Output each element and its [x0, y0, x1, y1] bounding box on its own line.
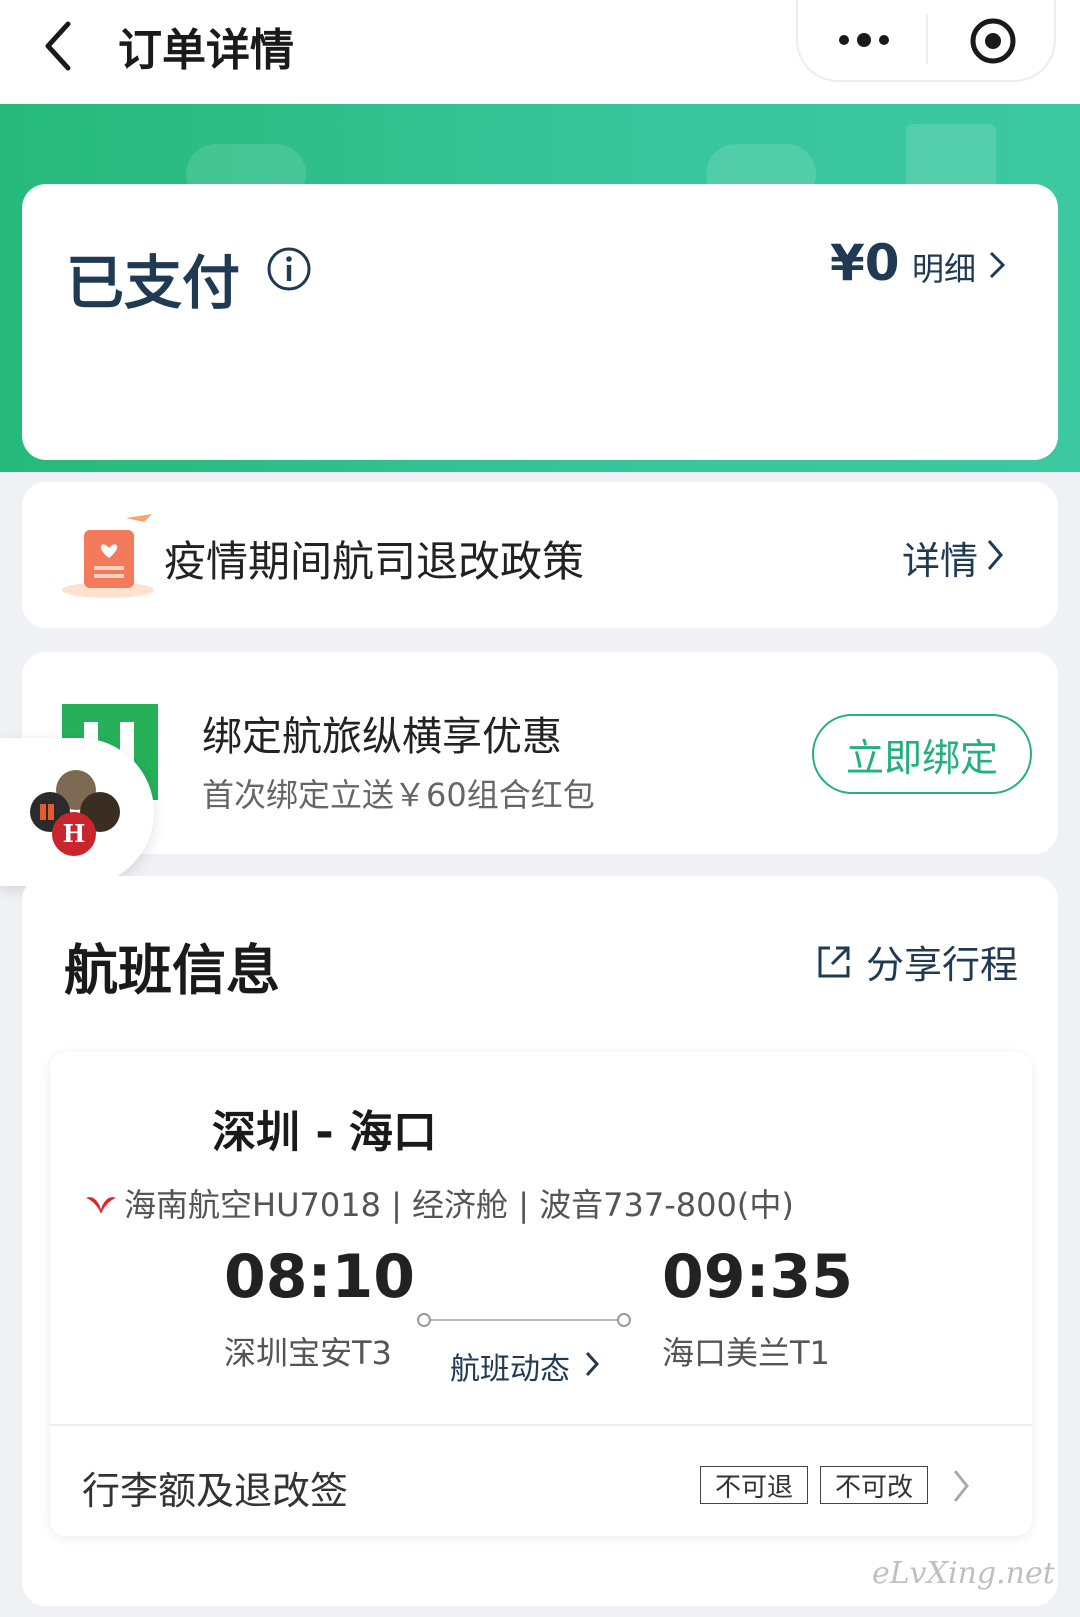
- svg-text:H: H: [63, 819, 86, 848]
- flight-status-link[interactable]: 航班动态: [450, 1344, 570, 1388]
- info-icon[interactable]: [266, 246, 312, 292]
- flight-route: 深圳 - 海口: [212, 1107, 437, 1158]
- price-detail-label: 明细: [912, 250, 977, 288]
- policy-document-icon: [62, 514, 154, 598]
- departure-terminal: 深圳宝安T3: [224, 1334, 392, 1372]
- chevron-right-icon[interactable]: [986, 538, 1004, 572]
- policy-text: 疫情期间航司退改政策: [164, 537, 585, 586]
- back-arrow-icon[interactable]: [40, 18, 80, 74]
- baggage-refund-label[interactable]: 行李额及退改签: [82, 1460, 348, 1515]
- chevron-right-icon[interactable]: [988, 250, 1006, 280]
- chevron-right-icon[interactable]: [584, 1350, 600, 1378]
- arrival-time: 09:35: [662, 1242, 853, 1312]
- page-title: 订单详情: [118, 25, 294, 76]
- bind-card: 绑定航旅纵横享优惠 首次绑定立送￥60组合红包 立即绑定: [22, 652, 1058, 854]
- departure-time: 08:10: [224, 1242, 415, 1312]
- floating-assistant-button[interactable]: H: [0, 738, 154, 886]
- watermark: eLvXing.net: [872, 1556, 1055, 1591]
- airline-info-row: 海南航空HU7018 | 经济舱 | 波音737-800(中): [84, 1180, 794, 1226]
- bind-now-button[interactable]: 立即绑定: [812, 714, 1032, 794]
- close-target-icon[interactable]: [968, 16, 1018, 66]
- non-refundable-tag: 不可退: [700, 1466, 808, 1504]
- price-detail-link[interactable]: 明细: [912, 244, 976, 290]
- hainan-airlines-logo-icon: [86, 1197, 116, 1214]
- nav-bar: 订单详情: [0, 0, 1080, 104]
- chevron-right-icon[interactable]: [952, 1468, 970, 1504]
- divider: [50, 1424, 1032, 1426]
- arrival-terminal: 海口美兰T1: [662, 1334, 830, 1372]
- payment-card: 已支付 ¥0 明细: [22, 184, 1058, 460]
- policy-detail-link[interactable]: 详情: [902, 530, 978, 585]
- order-price: ¥0: [830, 234, 900, 292]
- bind-subtitle: 首次绑定立送￥60组合红包: [202, 776, 595, 814]
- capsule-menu: [796, 0, 1056, 82]
- share-icon[interactable]: [814, 942, 854, 982]
- share-trip-link[interactable]: 分享行程: [866, 934, 1018, 989]
- non-changeable-tag: 不可改: [820, 1466, 928, 1504]
- capsule-divider: [926, 14, 928, 64]
- airline-info: 海南航空HU7018 | 经济舱 | 波音737-800(中): [124, 1186, 794, 1224]
- payment-status: 已支付: [66, 249, 241, 317]
- flight-section-title: 航班信息: [64, 939, 280, 1002]
- flight-segment: 深圳 - 海口 海南航空HU7018 | 经济舱 | 波音737-800(中) …: [50, 1052, 1032, 1536]
- app-avatars-icon: H: [30, 770, 120, 856]
- flight-status-label: 航班动态: [450, 1352, 570, 1387]
- policy-card[interactable]: 疫情期间航司退改政策 详情: [22, 482, 1058, 628]
- flight-info-card: 航班信息 分享行程 深圳 - 海口 海南航空HU7018 | 经济舱 | 波音7…: [22, 876, 1058, 1606]
- flight-track-line: [417, 1313, 631, 1327]
- more-dots-icon[interactable]: [836, 28, 892, 52]
- bind-title: 绑定航旅纵横享优惠: [202, 714, 562, 760]
